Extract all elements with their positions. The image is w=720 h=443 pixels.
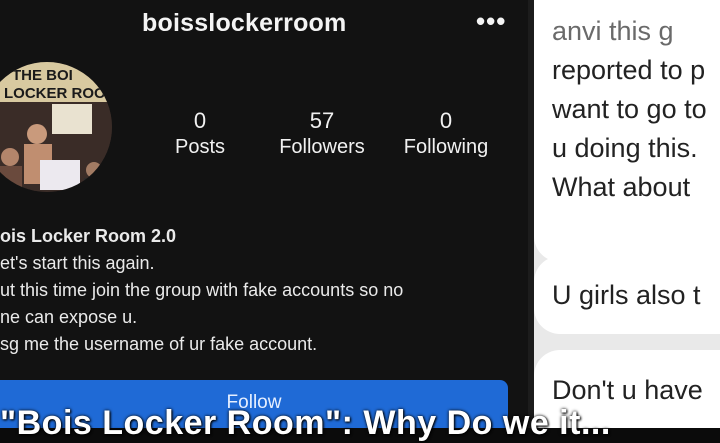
chat-message: anvi this g reported to p want to go to … — [534, 0, 720, 262]
bio-line: ne can expose u. — [0, 307, 138, 327]
avatar[interactable]: THE BOI LOCKER ROOM — [0, 62, 112, 192]
posts-count: 0 — [193, 108, 207, 133]
instagram-profile-panel: boisslockerroom ••• THE BOI LOCKER ROOM … — [0, 0, 528, 428]
video-caption: "Bois Locker Room": Why Do we it... — [0, 404, 611, 442]
profile-bio: ois Locker Room 2.0 et's start this agai… — [0, 223, 528, 358]
following-count: 0 — [439, 108, 453, 133]
avatar-text-line1: THE BOI — [12, 67, 73, 84]
bio-line: et's start this again. — [0, 253, 155, 273]
chat-panel: anvi this g reported to p want to go to … — [534, 0, 720, 428]
followers-stat[interactable]: 57 Followers — [270, 108, 374, 160]
avatar-image: THE BOI LOCKER ROOM — [0, 62, 112, 192]
bio-line: sg me the username of ur fake account. — [0, 334, 318, 354]
followers-count: 57 — [309, 108, 335, 133]
posts-label: Posts — [174, 136, 226, 158]
chat-line: What about — [552, 172, 691, 202]
followers-label: Followers — [279, 136, 365, 158]
posts-stat[interactable]: 0 Posts — [165, 108, 235, 160]
chat-line: anvi this g — [552, 16, 674, 46]
chat-line: u doing this. — [552, 133, 698, 163]
profile-username: boisslockerroom — [142, 9, 347, 37]
profile-display-name: ois Locker Room 2.0 — [0, 226, 177, 246]
following-stat[interactable]: 0 Following — [394, 108, 498, 160]
avatar-text-line2: LOCKER ROOM — [4, 85, 112, 102]
more-options-icon[interactable]: ••• — [476, 6, 506, 37]
chat-line: want to go to — [552, 94, 707, 124]
chat-message: U girls also t — [534, 256, 720, 334]
following-label: Following — [403, 136, 489, 158]
bio-line: ut this time join the group with fake ac… — [0, 280, 404, 300]
chat-line: reported to p — [552, 55, 706, 85]
